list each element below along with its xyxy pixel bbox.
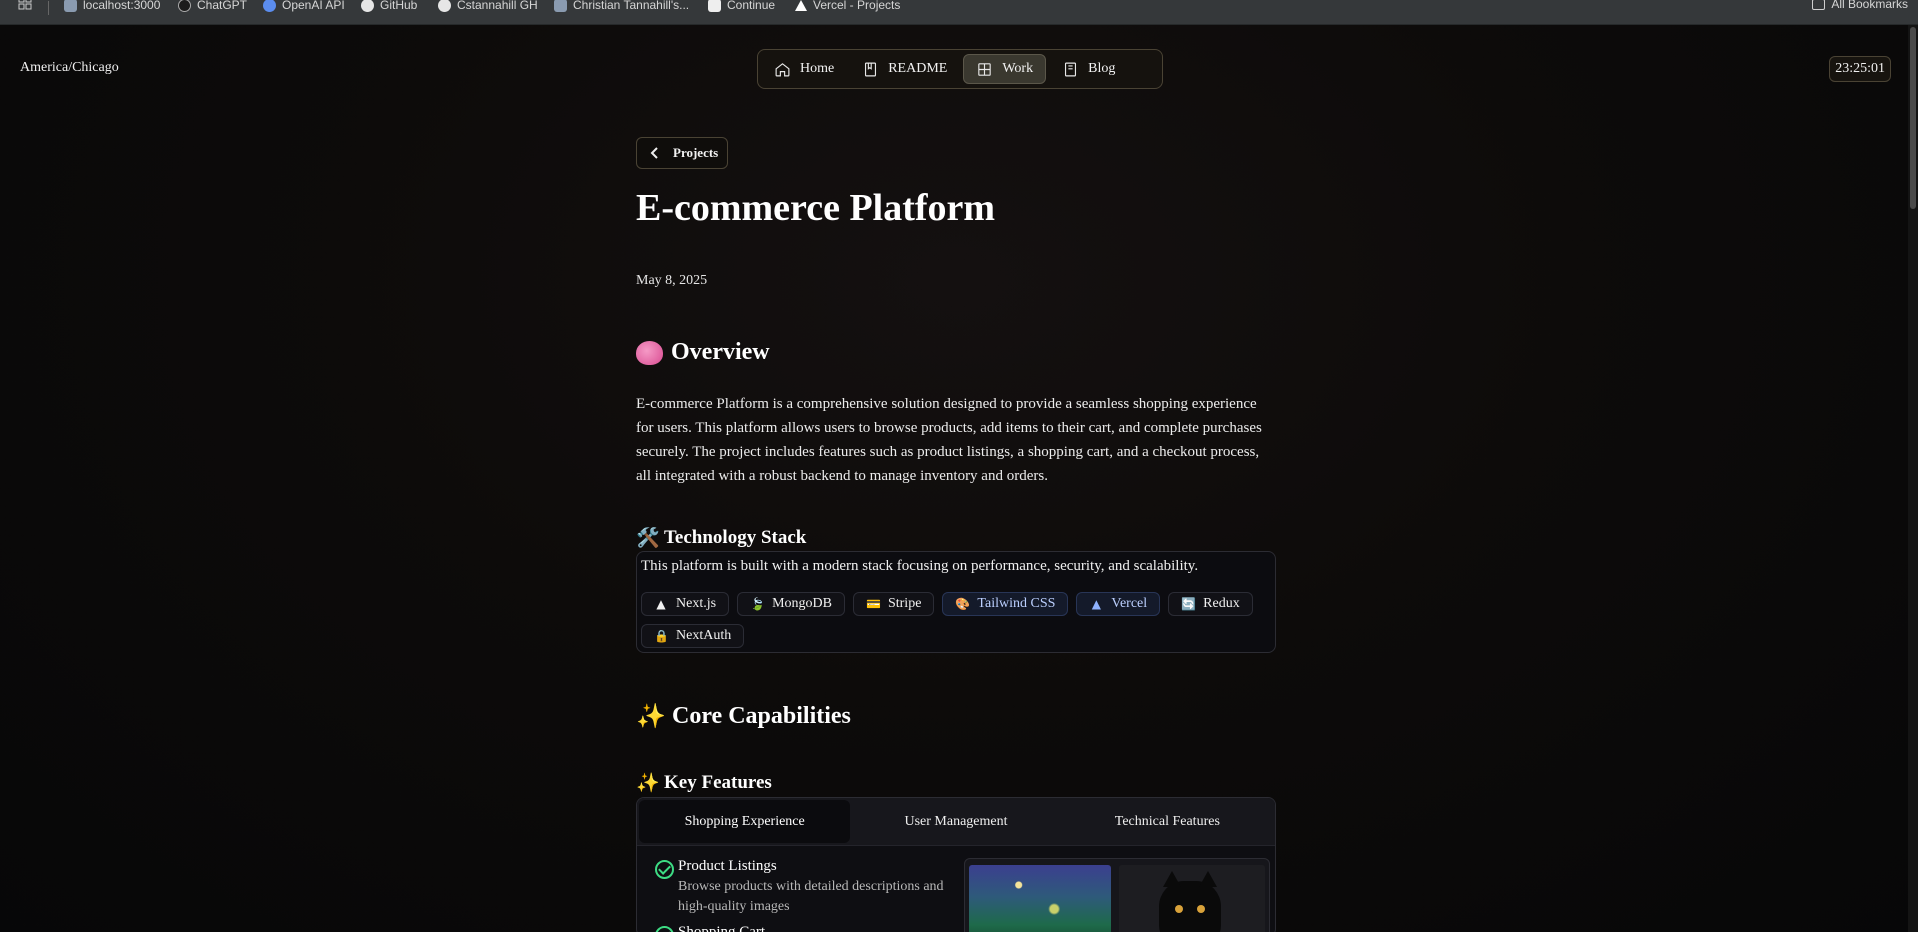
cat-eye <box>1197 905 1205 913</box>
bookmark-cstannahill-gh[interactable]: Cstannahill GH <box>438 0 538 13</box>
vercel-icon: ▲ <box>1091 597 1102 611</box>
core-capabilities-heading: ✨ Core Capabilities <box>636 702 851 730</box>
page-icon <box>64 0 77 12</box>
continue-icon <box>708 0 721 12</box>
chip-nextjs[interactable]: ▲ Next.js <box>641 592 730 616</box>
grid-icon <box>978 62 992 76</box>
bookmark-continue[interactable]: Continue <box>708 0 775 13</box>
stack-description: This platform is built with a modern sta… <box>641 558 1199 574</box>
all-bookmarks-button[interactable]: All Bookmarks <box>1812 0 1908 11</box>
feature-item: Product Listings Browse products with de… <box>655 858 968 917</box>
refresh-icon: 🔄 <box>1181 597 1197 611</box>
chip-mongodb[interactable]: 🍃 MongoDB <box>737 592 845 616</box>
vercel-icon <box>795 0 807 11</box>
tab-user-management[interactable]: User Management <box>850 800 1061 843</box>
overview-heading: Overview <box>636 339 770 366</box>
feature-title: Product Listings <box>678 858 777 874</box>
feature-image-gallery <box>964 858 1270 932</box>
github-icon <box>361 0 374 12</box>
feature-description: Browse products with detailed descriptio… <box>678 879 944 914</box>
tech-chips: ▲ Next.js 🍃 MongoDB 💳 Stripe 🎨 Tailwind CSS … <box>641 592 1271 648</box>
key-features-heading: ✨ Key Features <box>636 771 772 795</box>
brain-icon <box>636 340 663 365</box>
nav-readme[interactable]: README <box>850 54 959 84</box>
sparkles-icon: ✨ <box>636 702 666 730</box>
bookmark-localhost[interactable]: localhost:3000 <box>64 0 160 13</box>
overview-text: E-commerce Platform is a comprehensive s… <box>636 396 1262 484</box>
feature-title: Shopping Cart <box>678 924 766 932</box>
sparkles-icon: ✨ <box>636 772 660 794</box>
main-nav: Home README Work Blog <box>757 49 1163 89</box>
nextjs-icon: ▲ <box>656 597 666 611</box>
chip-nextauth[interactable]: 🔒 NextAuth <box>641 624 745 648</box>
technology-stack-card: This platform is built with a modern sta… <box>636 551 1276 653</box>
openai-icon <box>263 0 276 12</box>
bookmark-vercel-projects[interactable]: Vercel - Projects <box>795 0 900 13</box>
tab-shopping-experience[interactable]: Shopping Experience <box>639 800 851 843</box>
scrollbar-thumb[interactable] <box>1910 27 1916 209</box>
chip-vercel[interactable]: ▲ Vercel <box>1076 592 1161 616</box>
lock-icon: 🔒 <box>654 629 669 643</box>
chip-redux[interactable]: 🔄 Redux <box>1168 592 1253 616</box>
feature-text: Product Listings Browse products with de… <box>678 858 968 917</box>
tab-technical-features[interactable]: Technical Features <box>1062 800 1273 843</box>
nav-home[interactable]: Home <box>762 54 846 84</box>
cat-figure <box>1159 871 1221 932</box>
bookmarks-bar: localhost:3000 ChatGPT OpenAI API GitHub… <box>0 0 1918 25</box>
chevron-left-icon <box>650 147 658 159</box>
feature-item: Shopping Cart <box>655 924 765 932</box>
bookmarks-separator <box>48 1 49 15</box>
check-circle-icon <box>655 860 674 879</box>
bookmark-openai-api[interactable]: OpenAI API <box>263 0 345 13</box>
palette-icon: 🎨 <box>955 597 971 611</box>
landscape-image[interactable] <box>969 865 1111 932</box>
folder-icon <box>1812 0 1826 10</box>
clock: 23:25:01 <box>1829 56 1891 82</box>
check-circle-icon <box>655 926 674 932</box>
book-icon <box>865 62 877 76</box>
github-icon <box>438 0 451 12</box>
credit-card-icon: 💳 <box>865 597 881 611</box>
page-title: E-commerce Platform <box>636 187 996 229</box>
publish-date: May 8, 2025 <box>636 273 708 288</box>
nav-work[interactable]: Work <box>963 54 1047 84</box>
black-cat-image[interactable] <box>1119 865 1265 932</box>
timezone-label: America/Chicago <box>20 60 119 75</box>
cat-eye <box>1175 905 1183 913</box>
bookmark-github[interactable]: GitHub <box>361 0 417 13</box>
page-scrollbar[interactable] <box>1908 25 1918 932</box>
apps-grid-icon[interactable] <box>18 0 32 10</box>
page-icon <box>554 0 567 12</box>
book-icon <box>1065 62 1077 76</box>
chip-stripe[interactable]: 💳 Stripe <box>852 592 935 616</box>
feature-tabs: Shopping Experience User Management Tech… <box>637 798 1275 846</box>
technology-stack-heading: 🛠️ Technology Stack <box>636 526 807 550</box>
tools-icon: 🛠️ <box>636 527 660 549</box>
openai-icon <box>178 0 191 12</box>
home-icon <box>775 62 790 76</box>
bookmark-chatgpt[interactable]: ChatGPT <box>178 0 247 13</box>
back-to-projects-button[interactable]: Projects <box>636 137 728 169</box>
mongodb-leaf-icon: 🍃 <box>750 597 766 611</box>
chip-tailwind[interactable]: 🎨 Tailwind CSS <box>942 592 1069 616</box>
bookmark-christian-tannahill[interactable]: Christian Tannahill's... <box>554 0 689 13</box>
key-features-card: Shopping Experience User Management Tech… <box>636 797 1276 932</box>
nav-blog[interactable]: Blog <box>1050 54 1127 84</box>
